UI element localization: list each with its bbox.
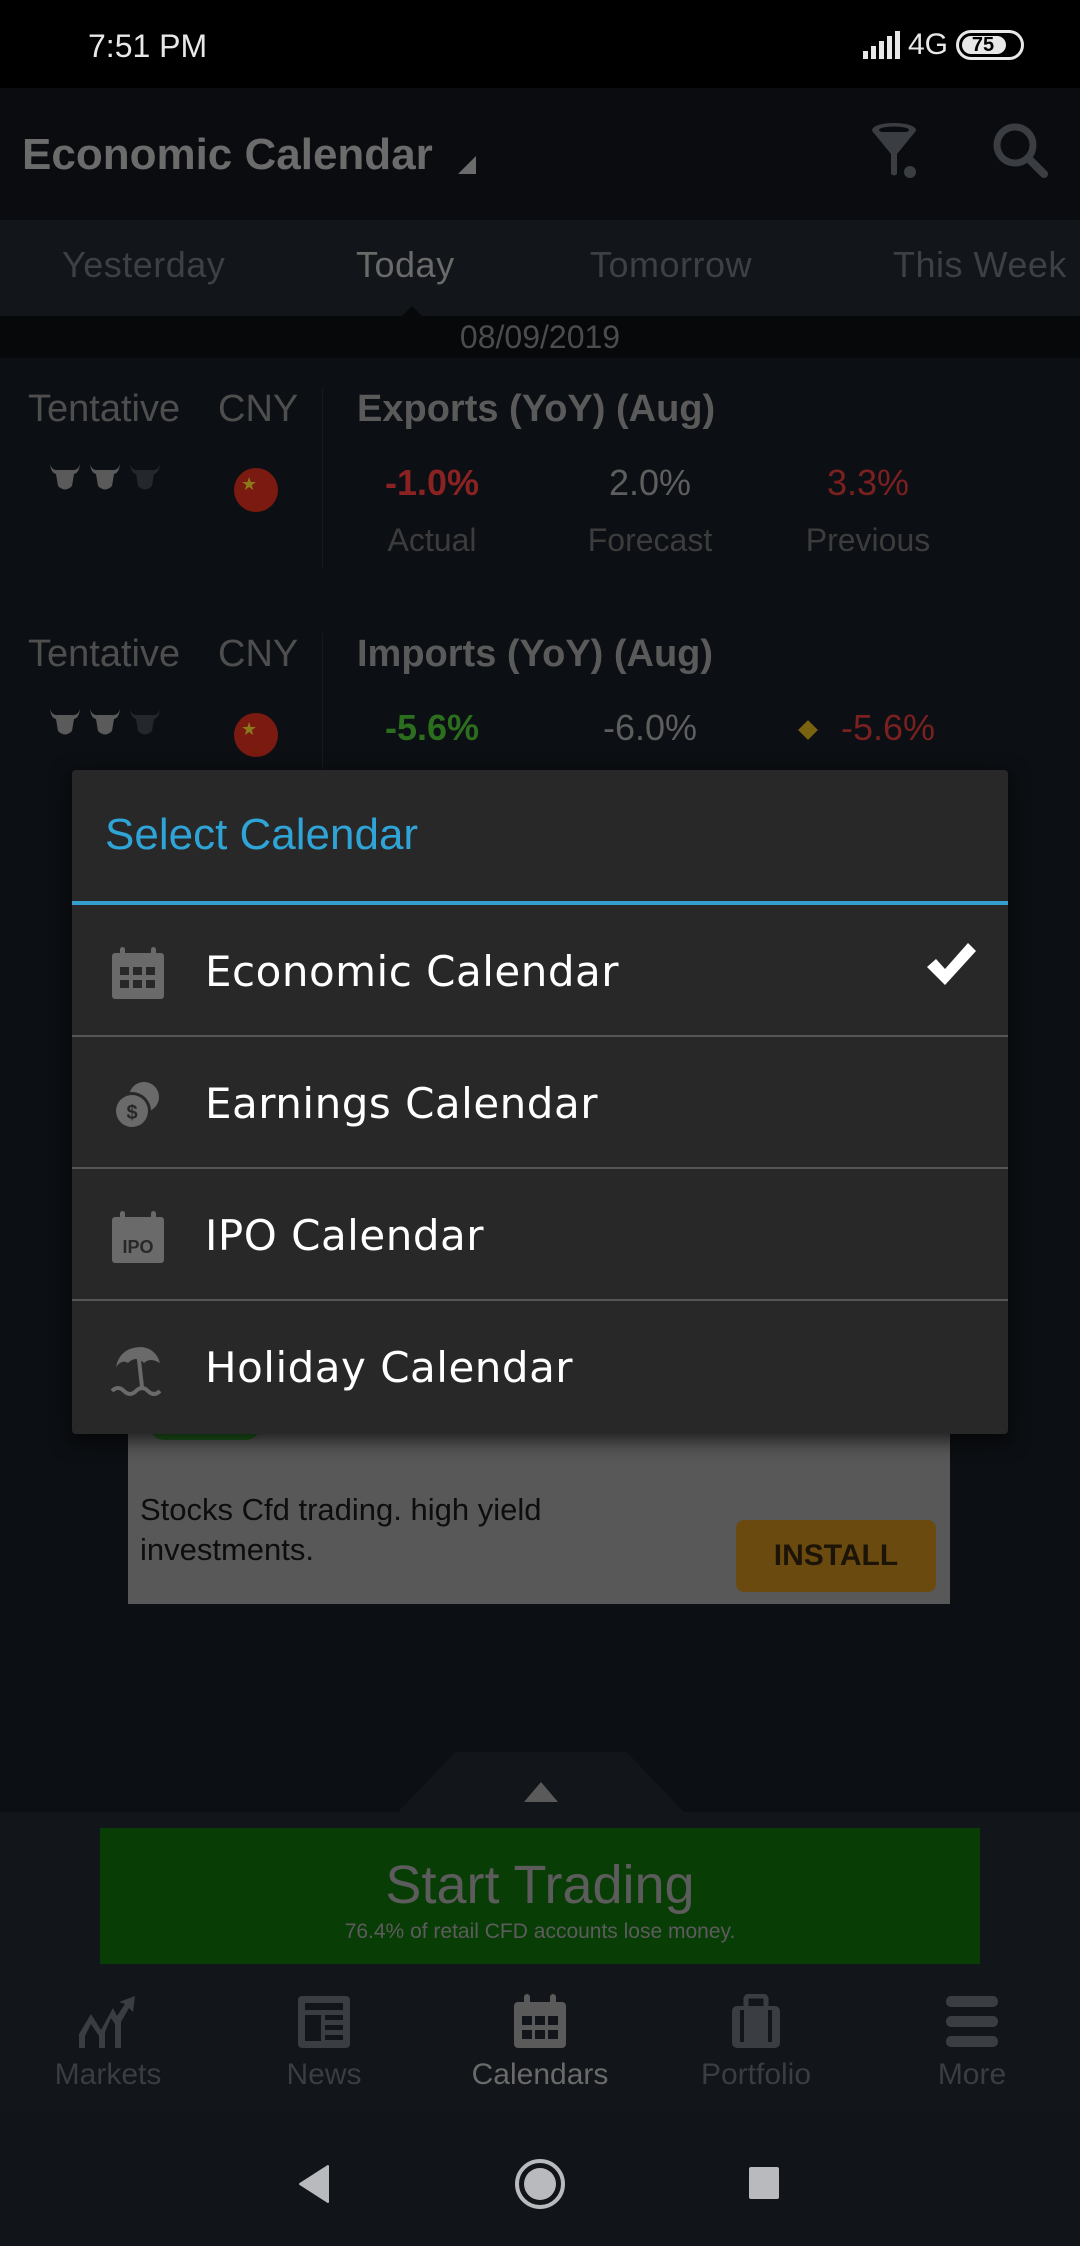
nav-calendars[interactable]: Calendars — [432, 1994, 648, 2092]
event-name: Imports (YoY) (Aug) — [357, 633, 714, 675]
expand-up-icon[interactable] — [524, 1782, 558, 1802]
system-navigation-bar — [0, 2112, 1080, 2246]
date-tabs: Yesterday Today Tomorrow This Week — [0, 220, 1080, 318]
dialog-item-ipo-calendar[interactable]: IPO IPO Calendar — [72, 1169, 1008, 1301]
back-icon[interactable] — [296, 2164, 330, 2204]
battery-level: 75 — [971, 33, 995, 56]
status-bar: 7:51 PM 4G 75 — [0, 0, 1080, 88]
bottom-navigation: Markets News Calendars Portfolio More — [0, 1972, 1080, 2112]
revised-diamond-icon — [798, 720, 818, 741]
app-header: Economic Calendar — [0, 88, 1080, 220]
previous-value: 3.3% — [826, 462, 910, 503]
filter-icon[interactable] — [870, 120, 932, 185]
event-currency: CNY — [218, 388, 299, 430]
checkmark-icon — [924, 941, 978, 992]
bull-icon — [130, 464, 160, 490]
dialog-item-holiday-calendar[interactable]: Holiday Calendar — [72, 1301, 1008, 1433]
chart-up-icon — [79, 1996, 135, 2048]
event-time: Tentative — [28, 388, 181, 430]
dialog-title: Select Calendar — [105, 810, 419, 859]
bull-icon — [50, 464, 80, 490]
tab-today[interactable]: Today — [356, 244, 455, 286]
nav-label: Portfolio — [700, 2058, 812, 2091]
nav-label: More — [937, 2058, 1007, 2091]
date-header: 08/09/2019 — [0, 316, 1080, 358]
event-name: Exports (YoY) (Aug) — [357, 388, 716, 430]
actual-value: -1.0% — [384, 462, 480, 503]
dialog-item-earnings-calendar[interactable]: $ Earnings Calendar — [72, 1037, 1008, 1169]
nav-label: News — [286, 2058, 362, 2091]
nav-label: Markets — [54, 2058, 162, 2091]
beach-umbrella-icon — [110, 1343, 166, 1396]
forecast-value: -6.0% — [602, 707, 698, 748]
tab-this-week[interactable]: This Week — [893, 244, 1067, 286]
coins-dollar-icon: $ — [110, 1079, 166, 1131]
nav-portfolio[interactable]: Portfolio — [648, 1994, 864, 2092]
start-trading-label: Start Trading — [385, 1855, 695, 1915]
nav-more[interactable]: More — [864, 1994, 1080, 2092]
event-time: Tentative — [28, 633, 181, 675]
dialog-item-label: IPO Calendar — [205, 1211, 484, 1260]
dialog-item-label: Economic Calendar — [205, 947, 620, 996]
search-icon[interactable] — [990, 120, 1050, 185]
ad-install-button[interactable]: INSTALL — [736, 1520, 936, 1592]
signal-icon — [862, 31, 900, 59]
ipo-calendar-icon: IPO — [110, 1211, 166, 1263]
menu-icon — [946, 1996, 998, 2047]
ad-text: Stocks Cfd trading. high yield investmen… — [140, 1492, 542, 1567]
event-row[interactable]: Tentative CNY Exports (YoY) (Aug) -1.0% … — [0, 358, 1080, 603]
bull-icon — [50, 709, 80, 735]
tab-yesterday[interactable]: Yesterday — [62, 244, 225, 286]
recents-icon[interactable] — [748, 2166, 780, 2200]
battery-icon: 75 — [956, 30, 1024, 60]
calendar-grid-icon — [110, 947, 166, 999]
calendar-icon — [514, 1994, 566, 2048]
forecast-value: 2.0% — [608, 462, 692, 503]
previous-value: -5.6% — [840, 707, 936, 748]
bull-icon — [90, 464, 120, 490]
status-icons: 4G 75 — [862, 28, 1024, 62]
risk-disclaimer: 76.4% of retail CFD accounts lose money. — [344, 1920, 736, 1943]
calendar-selector-title[interactable]: Economic Calendar — [22, 130, 433, 180]
start-trading-button[interactable]: Start Trading 76.4% of retail CFD accoun… — [100, 1828, 980, 1964]
importance-rating — [48, 707, 162, 737]
tab-tomorrow[interactable]: Tomorrow — [590, 244, 752, 286]
select-calendar-dialog: Select Calendar Economic Calendar $ Earn… — [72, 770, 1008, 1434]
actual-label: Actual — [387, 522, 477, 558]
briefcase-icon — [732, 1994, 780, 2048]
china-flag-icon — [234, 713, 278, 757]
svg-text:$: $ — [126, 1102, 137, 1124]
importance-rating — [48, 462, 162, 492]
nav-label: Calendars — [471, 2058, 609, 2091]
bull-icon — [130, 709, 160, 735]
home-icon[interactable] — [514, 2158, 566, 2210]
previous-value-wrap: -5.6% — [758, 707, 978, 749]
dialog-item-label: Earnings Calendar — [205, 1079, 598, 1128]
actual-value: -5.6% — [384, 707, 480, 748]
newspaper-icon — [298, 1996, 350, 2048]
previous-label: Previous — [805, 522, 931, 558]
status-time: 7:51 PM — [88, 28, 208, 64]
nav-news[interactable]: News — [216, 1994, 432, 2092]
bull-icon — [90, 709, 120, 735]
event-currency: CNY — [218, 633, 299, 675]
china-flag-icon — [234, 468, 278, 512]
nav-markets[interactable]: Markets — [0, 1994, 216, 2092]
svg-text:IPO: IPO — [122, 1237, 153, 1257]
dropdown-caret-icon[interactable] — [458, 156, 476, 174]
dialog-item-economic-calendar[interactable]: Economic Calendar — [72, 905, 1008, 1037]
forecast-label: Forecast — [587, 522, 713, 558]
network-type: 4G — [907, 28, 948, 61]
dialog-item-label: Holiday Calendar — [205, 1343, 574, 1392]
